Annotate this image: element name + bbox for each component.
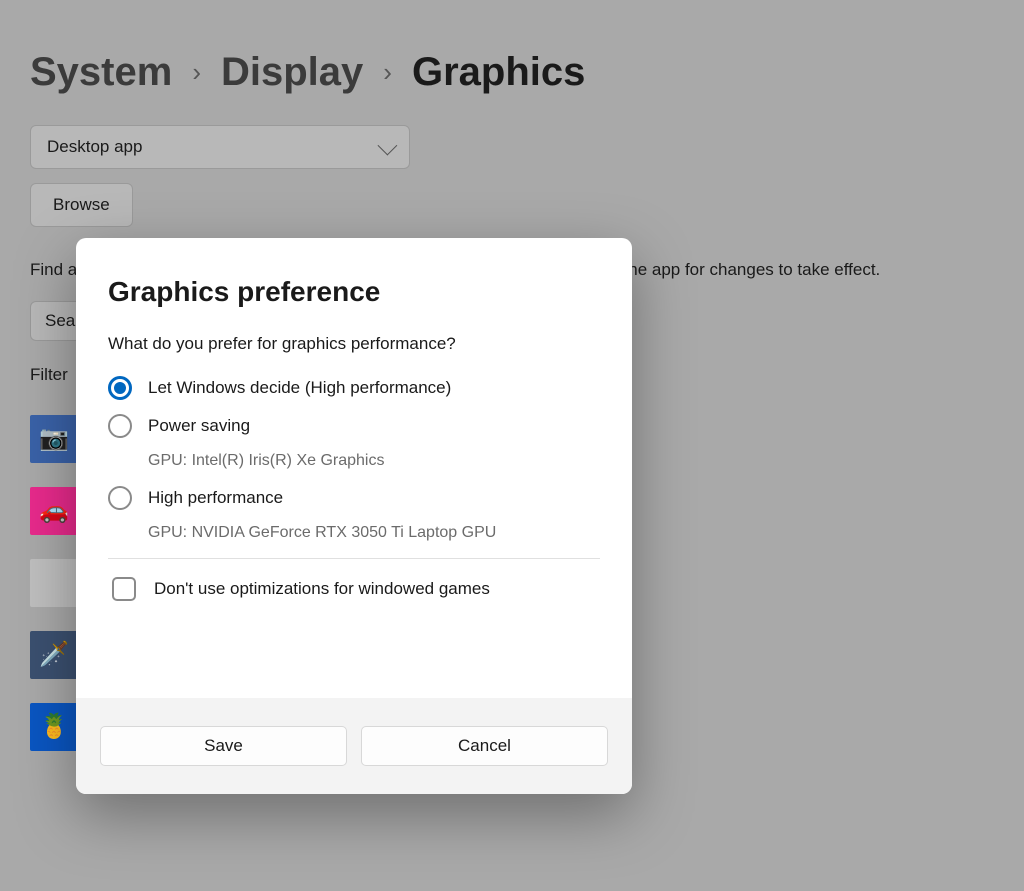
- modal-overlay: Graphics preference What do you prefer f…: [0, 0, 1024, 891]
- radio-icon: [108, 486, 132, 510]
- radio-label: High performance: [148, 488, 283, 508]
- checkbox-label: Don't use optimizations for windowed gam…: [154, 579, 490, 599]
- divider: [108, 558, 600, 559]
- radio-icon: [108, 376, 132, 400]
- radio-sublabel: GPU: Intel(R) Iris(R) Xe Graphics: [148, 452, 600, 470]
- checkbox-icon: [112, 577, 136, 601]
- dialog-footer: Save Cancel: [76, 698, 632, 794]
- radio-high-performance[interactable]: High performance: [108, 486, 600, 510]
- graphics-preference-dialog: Graphics preference What do you prefer f…: [76, 238, 632, 794]
- save-button[interactable]: Save: [100, 726, 347, 766]
- radio-let-windows-decide[interactable]: Let Windows decide (High performance): [108, 376, 600, 400]
- radio-power-saving[interactable]: Power saving: [108, 414, 600, 438]
- radio-sublabel: GPU: NVIDIA GeForce RTX 3050 Ti Laptop G…: [148, 524, 600, 542]
- radio-icon: [108, 414, 132, 438]
- dialog-question: What do you prefer for graphics performa…: [108, 334, 600, 354]
- checkbox-windowed-optimizations[interactable]: Don't use optimizations for windowed gam…: [112, 577, 600, 601]
- radio-label: Power saving: [148, 416, 250, 436]
- cancel-button[interactable]: Cancel: [361, 726, 608, 766]
- dialog-title: Graphics preference: [108, 276, 600, 308]
- radio-label: Let Windows decide (High performance): [148, 378, 451, 398]
